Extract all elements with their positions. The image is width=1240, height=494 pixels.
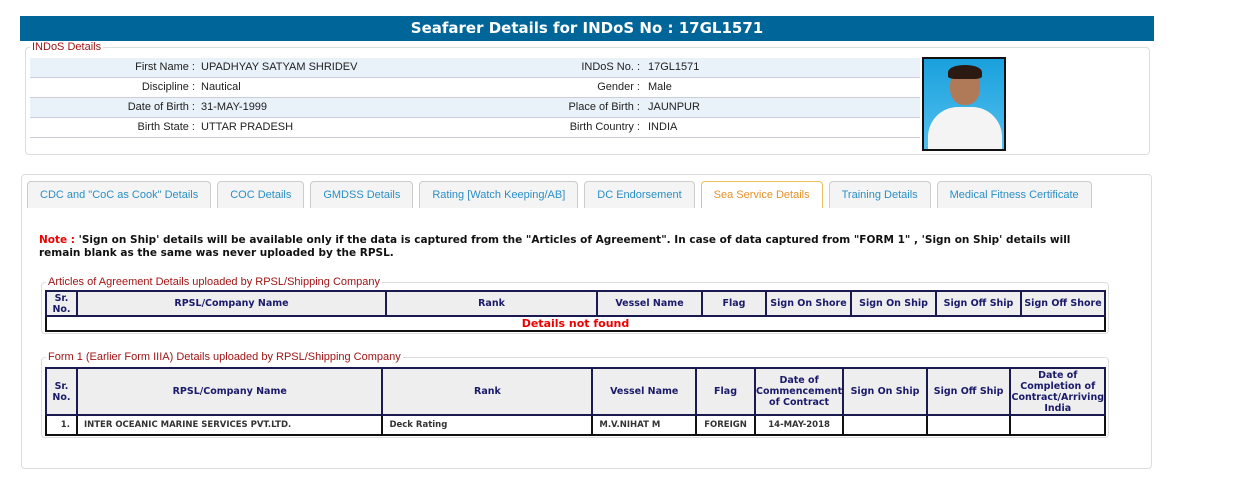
birth-country-label: Birth Country : — [569, 121, 640, 133]
first-name-label: First Name : — [135, 61, 195, 73]
page-title: Seafarer Details for INDoS No : 17GL1571 — [20, 16, 1154, 41]
info-row: Date of Birth : 31-MAY-1999 Place of Birth… — [30, 98, 920, 118]
cell-commencement: 14-MAY-2018 — [753, 414, 845, 436]
indos-details-legend: INDoS Details — [30, 41, 104, 53]
cell-rank: Deck Rating — [381, 414, 594, 436]
note-label: Note : — [39, 234, 75, 246]
col-sign-off-ship: Sign Off Ship — [935, 290, 1022, 317]
col-rank: Rank — [385, 290, 598, 317]
indos-no-value: 17GL1571 — [648, 61, 700, 73]
info-row: First Name : UPADHYAY SATYAM SHRIDEV INDoS… — [30, 58, 920, 78]
tab-cdc[interactable]: CDC and "CoC as Cook" Details — [27, 181, 212, 208]
articles-legend: Articles of Agreement Details uploaded b… — [46, 276, 383, 288]
tab-gmdss[interactable]: GMDSS Details — [310, 181, 414, 208]
birth-country-value: INDIA — [648, 121, 678, 133]
col-sign-on-ship: Sign On Ship — [850, 290, 937, 317]
info-row: Discipline : Nautical Gender : Male — [30, 78, 920, 98]
note: Note : 'Sign on Ship' details will be av… — [39, 234, 1109, 260]
col-vessel: Vessel Name — [596, 290, 703, 317]
articles-table: Sr. No. RPSL/Company Name Rank Vessel Na… — [45, 290, 1106, 332]
discipline-label: Discipline : — [141, 81, 195, 93]
place-of-birth-value: JAUNPUR — [648, 101, 700, 113]
col-flag: Flag — [695, 367, 756, 416]
col-company: RPSL/Company Name — [75, 367, 384, 416]
place-of-birth-label: Place of Birth : — [568, 101, 640, 113]
col-completion: Date of Completion of Contract/Arriving … — [1009, 367, 1106, 416]
birth-state-value: UTTAR PRADESH — [201, 121, 294, 133]
col-sign-off-ship: Sign Off Ship — [925, 367, 1012, 416]
col-sr-no: Sr. No. — [45, 290, 78, 317]
col-sign-on-ship: Sign On Ship — [842, 367, 928, 416]
col-sign-on-shore: Sign On Shore — [765, 290, 852, 317]
dob-value: 31-MAY-1999 — [201, 101, 268, 113]
form1-table: Sr. No. RPSL/Company Name Rank Vessel Na… — [45, 367, 1106, 436]
col-sr-no: Sr. No. — [45, 367, 78, 416]
col-vessel: Vessel Name — [591, 367, 698, 416]
tab-sea-service[interactable]: Sea Service Details — [700, 181, 823, 208]
tab-training[interactable]: Training Details — [828, 181, 931, 208]
gender-value: Male — [648, 81, 672, 93]
tab-medical-fitness[interactable]: Medical Fitness Certificate — [936, 181, 1092, 208]
cell-completion — [1009, 414, 1106, 436]
col-company: RPSL/Company Name — [76, 290, 387, 317]
cell-sign-off-ship — [925, 414, 1012, 436]
indos-no-label: INDoS No. : — [581, 61, 640, 73]
cell-flag: FOREIGN — [695, 414, 756, 436]
col-commencement: Date of Commencement of Contract — [753, 367, 845, 416]
note-text: 'Sign on Ship' details will be available… — [39, 234, 1071, 259]
cell-vessel: M.V.NIHAT M — [591, 414, 698, 436]
gender-label: Gender : — [597, 81, 640, 93]
indos-info: First Name : UPADHYAY SATYAM SHRIDEV INDoS… — [30, 58, 920, 138]
col-rank: Rank — [381, 367, 594, 416]
dob-label: Date of Birth : — [127, 101, 195, 113]
tab-bar: CDC and "CoC as Cook" Details COC Detail… — [27, 181, 1092, 208]
form1-legend: Form 1 (Earlier Form IIIA) Details uploa… — [46, 351, 403, 363]
col-flag: Flag — [701, 290, 767, 317]
cell-sr-no: 1. — [45, 414, 78, 436]
tab-dc-endorsement[interactable]: DC Endorsement — [584, 181, 695, 208]
col-sign-off-shore: Sign Off Shore — [1020, 290, 1106, 317]
cell-company: INTER OCEANIC MARINE SERVICES PVT.LTD. — [75, 414, 384, 436]
tab-rating[interactable]: Rating [Watch Keeping/AB] — [419, 181, 579, 208]
info-row: Birth State : UTTAR PRADESH Birth Country … — [30, 118, 920, 138]
cell-sign-on-ship — [842, 414, 928, 436]
discipline-value: Nautical — [201, 81, 241, 93]
first-name-value: UPADHYAY SATYAM SHRIDEV — [201, 61, 358, 73]
empty-message: Details not found — [45, 315, 1106, 332]
table-row: 1. INTER OCEANIC MARINE SERVICES PVT.LTD… — [45, 414, 1106, 436]
seafarer-photo — [922, 57, 1006, 151]
birth-state-label: Birth State : — [137, 121, 195, 133]
tab-coc[interactable]: COC Details — [217, 181, 305, 208]
